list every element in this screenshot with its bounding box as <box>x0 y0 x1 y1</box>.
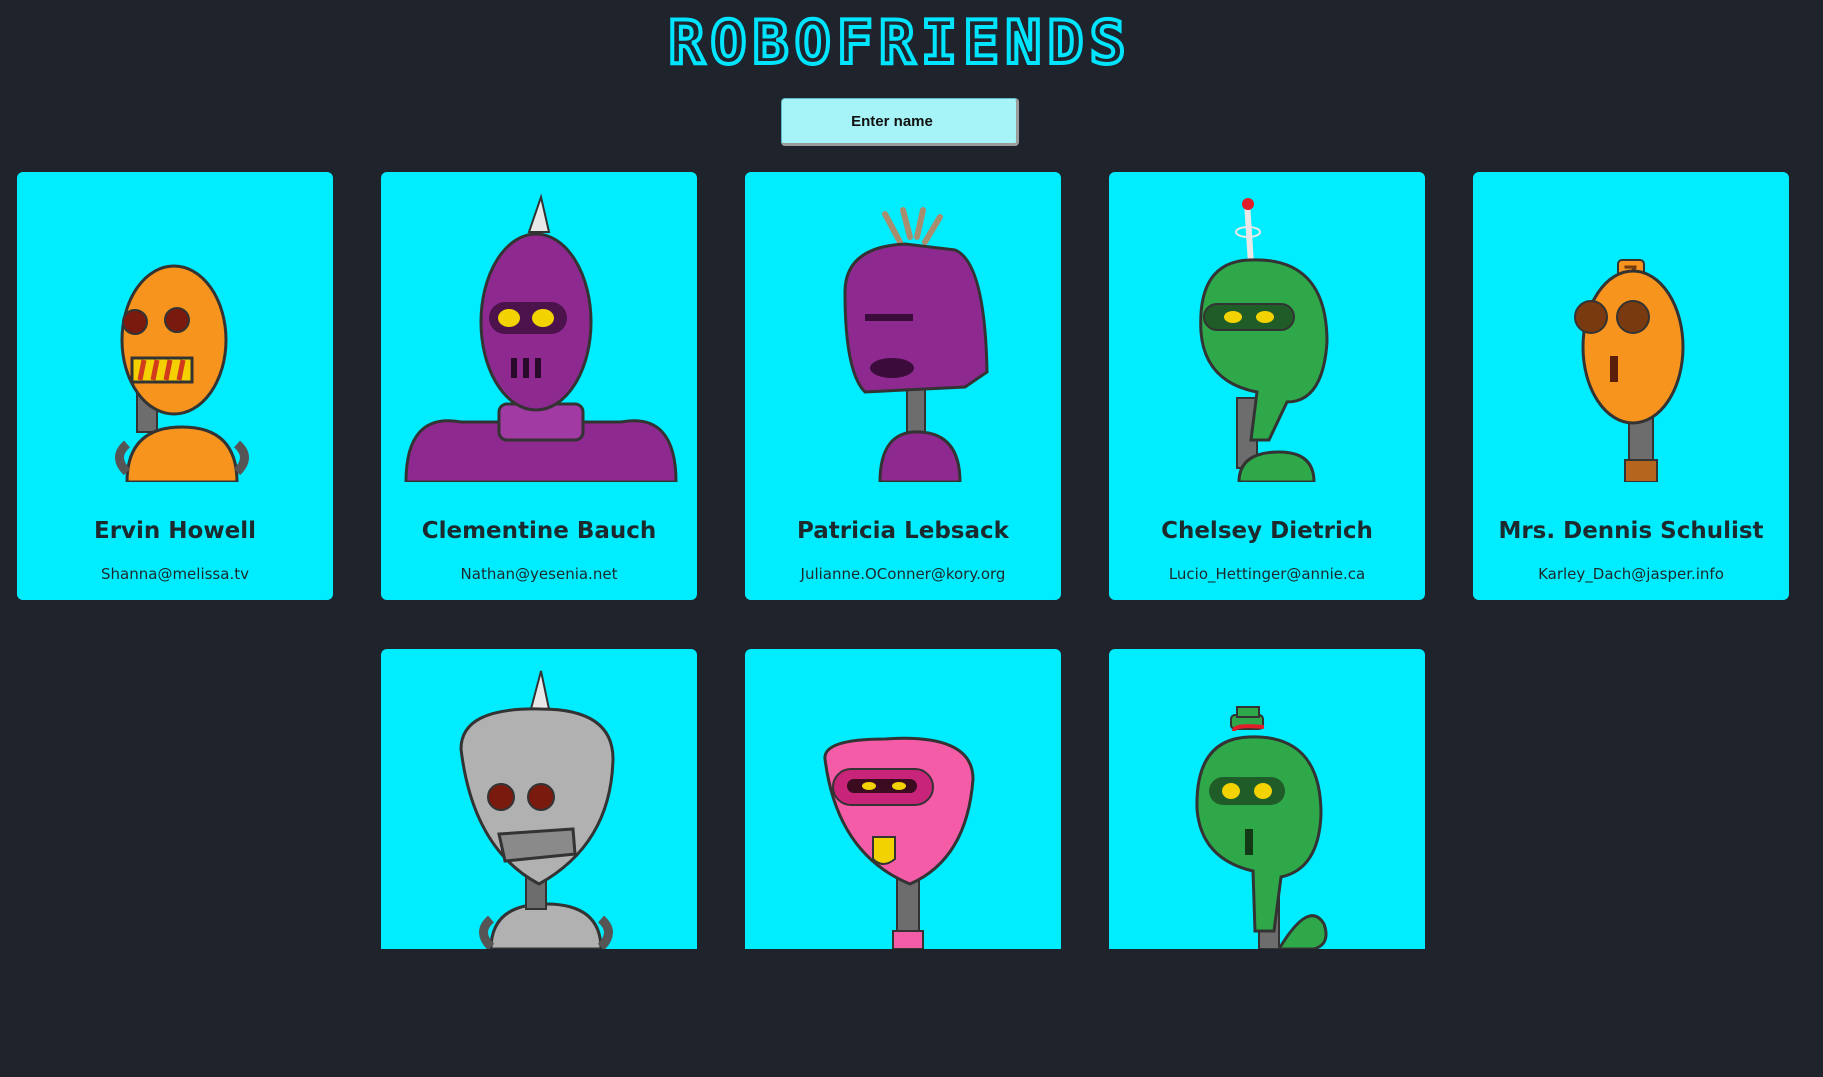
robot-email: Lucio_Hettinger@annie.ca <box>1168 565 1366 583</box>
robot-icon <box>1199 198 1329 482</box>
robot-name: Patricia Lebsack <box>797 518 1009 544</box>
robot-icon <box>823 736 975 949</box>
robot-email: Julianne.OConner@kory.org <box>800 565 1006 583</box>
robot-card[interactable]: Clementine Bauch Nathan@yesenia.net <box>381 172 697 600</box>
robot-email: Shanna@melissa.tv <box>101 565 249 583</box>
search-input[interactable] <box>781 98 1019 146</box>
robot-card[interactable] <box>745 649 1061 949</box>
robot-card[interactable] <box>381 649 697 949</box>
robot-icon <box>1195 706 1328 949</box>
app-title: ROBOFRIENDS <box>666 8 1132 78</box>
robot-icon <box>459 670 615 949</box>
robot-icon <box>843 207 989 482</box>
robot-email: Karley_Dach@jasper.info <box>1538 565 1724 583</box>
robot-name: Chelsey Dietrich <box>1161 518 1373 544</box>
robot-card[interactable]: Ervin Howell Shanna@melissa.tv <box>17 172 333 600</box>
robot-name: Mrs. Dennis Schulist <box>1498 518 1764 544</box>
robot-card[interactable]: Chelsey Dietrich Lucio_Hettinger@annie.c… <box>1109 172 1425 600</box>
robot-name: Ervin Howell <box>94 518 256 544</box>
robot-name: Clementine Bauch <box>421 518 657 544</box>
robot-icon <box>404 193 678 482</box>
robot-icon: 7 <box>1574 259 1685 482</box>
robot-icon <box>115 264 249 482</box>
search-bar <box>0 98 1800 146</box>
robot-email: Nathan@yesenia.net <box>460 565 618 583</box>
robot-card[interactable]: 7 Mrs. Dennis Schulist Karley_Dach@jaspe… <box>1473 172 1789 600</box>
robot-card[interactable]: Patricia Lebsack Julianne.OConner@kory.o… <box>745 172 1061 600</box>
robot-card[interactable] <box>1109 649 1425 949</box>
